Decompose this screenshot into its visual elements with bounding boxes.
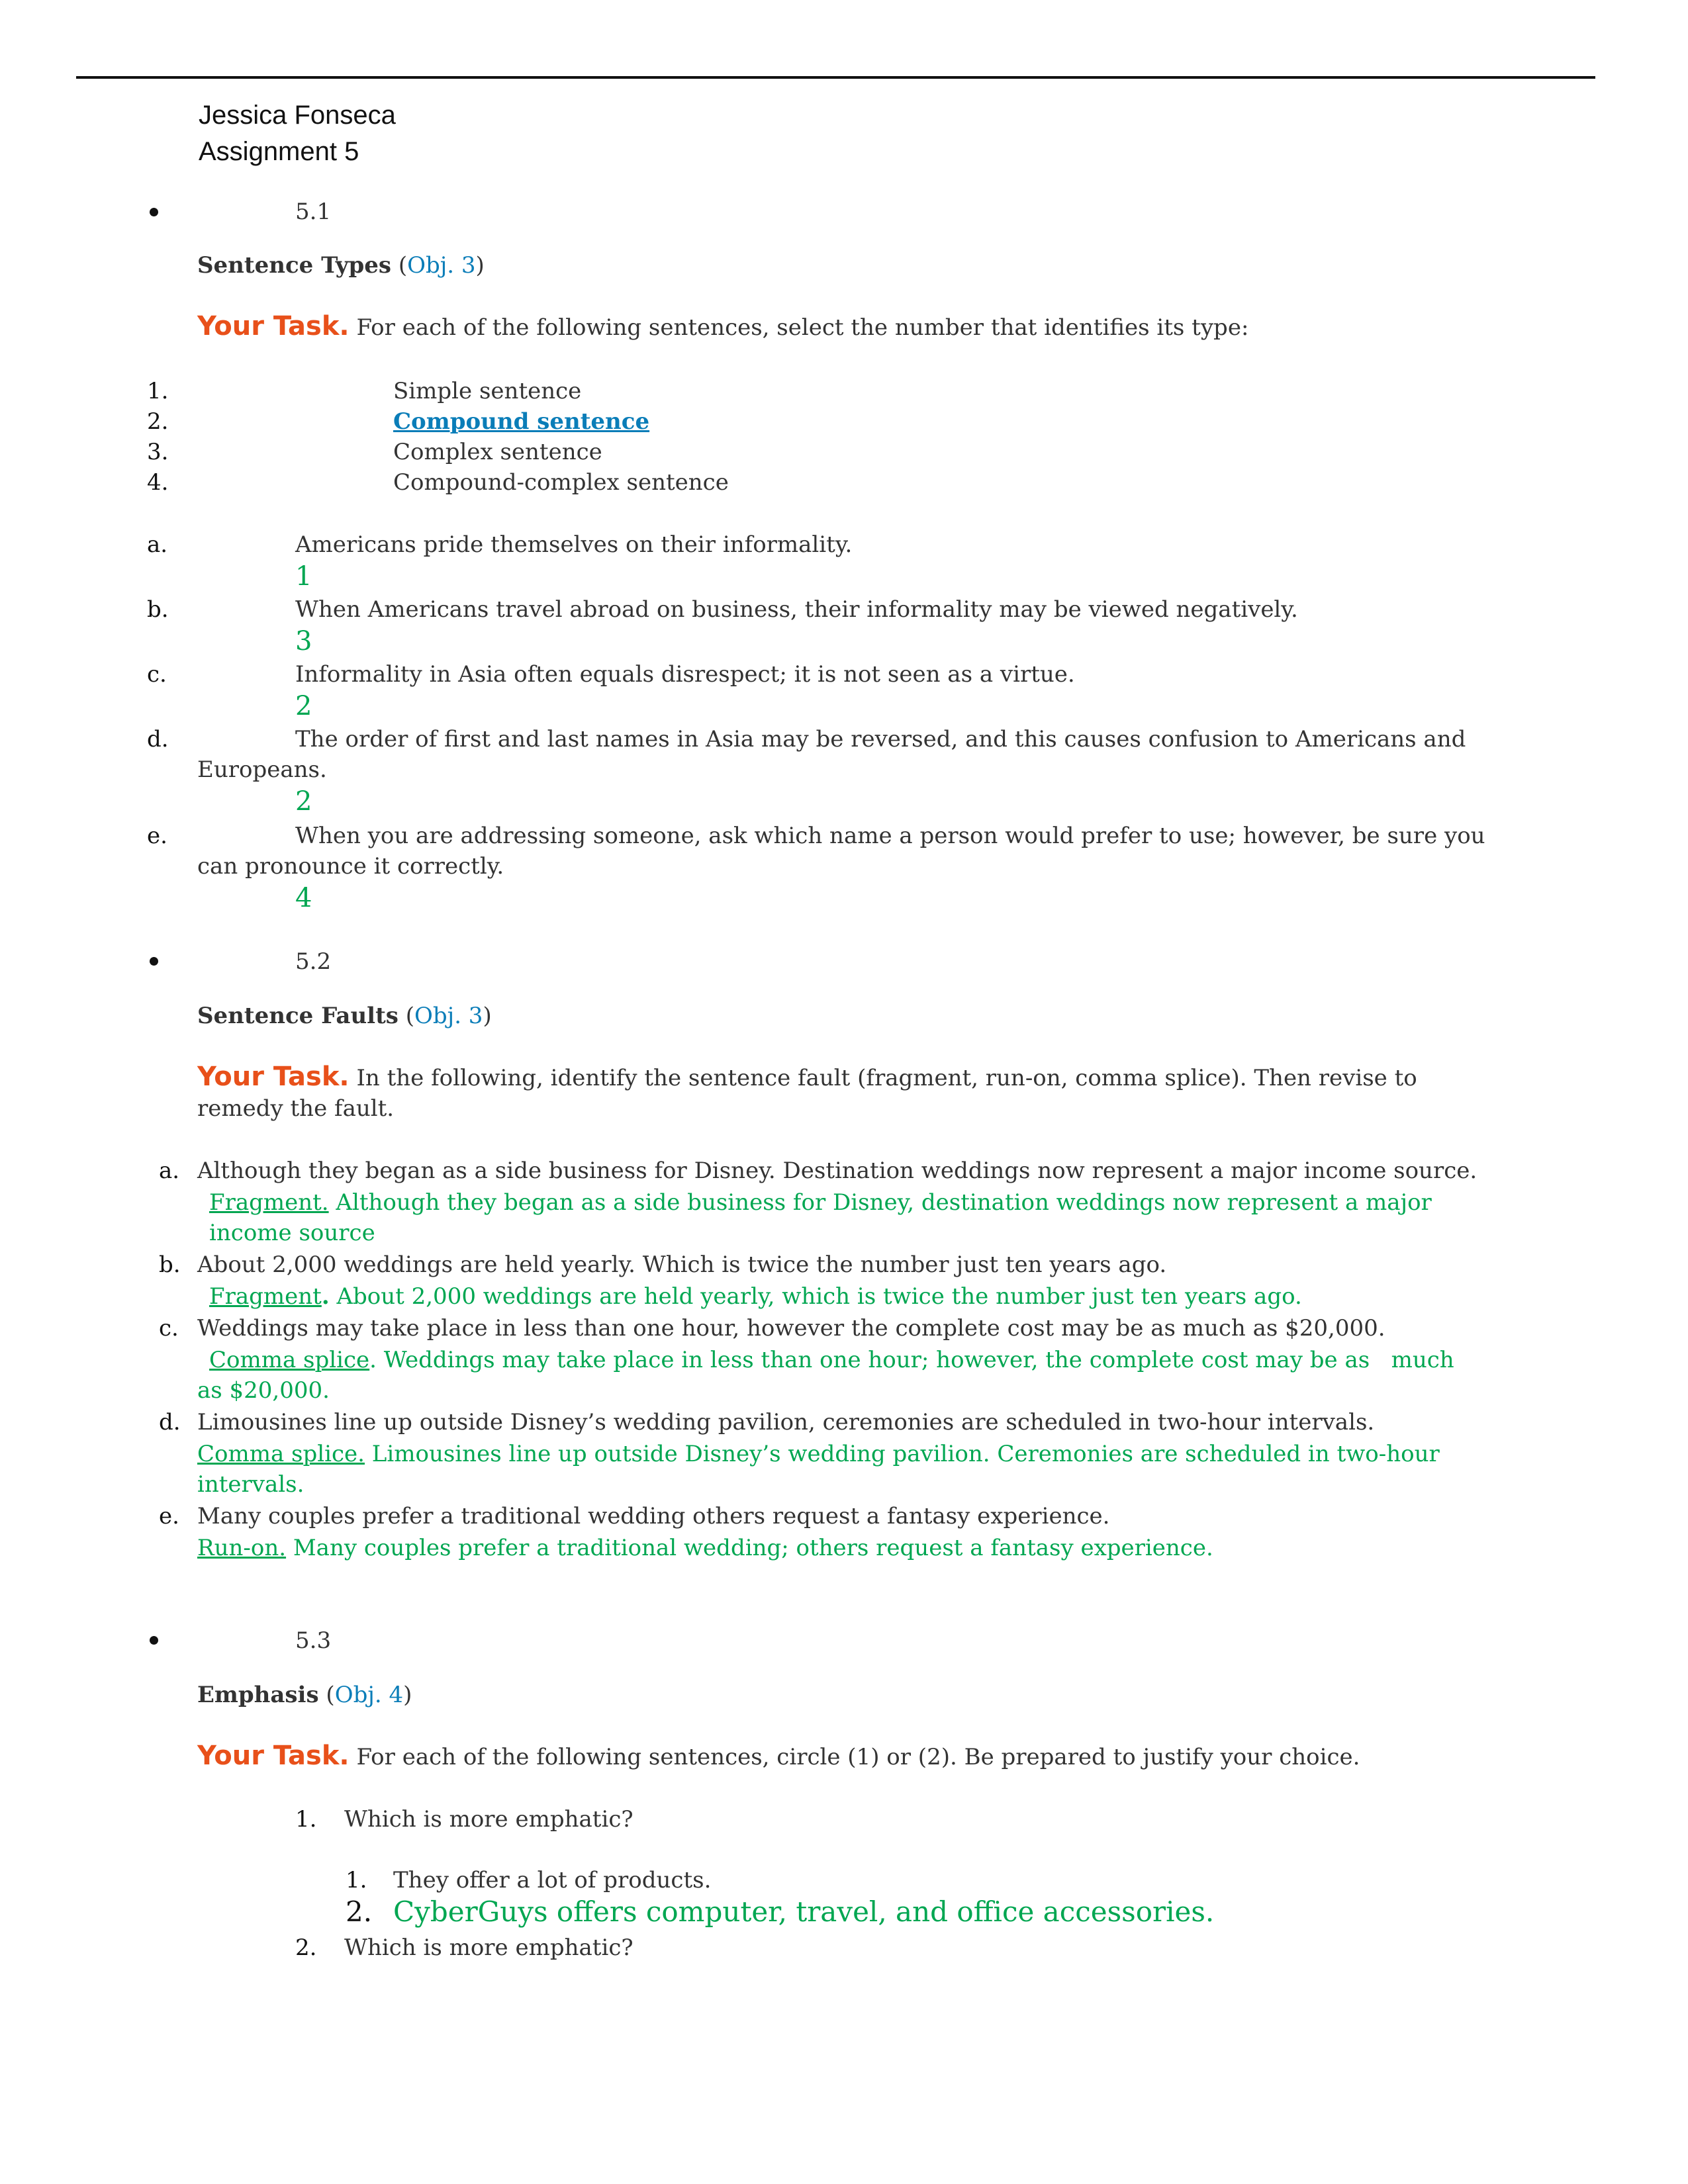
item-text: Limousines line up outside Disney’s wedd… [197, 1409, 1375, 1435]
revision: Comma splice. Weddings may take place in… [209, 1345, 1454, 1375]
type-number: 4. [147, 469, 169, 496]
task-label: Your Task. [197, 1062, 350, 1092]
item-answer: 2 [295, 786, 312, 817]
question-text: Which is more emphatic? [344, 1934, 633, 1961]
item-text: When Americans travel abroad on business… [295, 596, 1298, 623]
option-text[interactable]: They offer a lot of products. [393, 1865, 711, 1895]
option-text-selected[interactable]: CyberGuys offers computer, travel, and o… [393, 1897, 1214, 1927]
task-text: For each of the following sentences, cir… [349, 1744, 1360, 1770]
task-label: Your Task. [197, 311, 350, 341]
fault-label: Run-on. [197, 1535, 287, 1561]
task-text-cont: remedy the fault. [197, 1095, 395, 1122]
revision-text: Limousines line up outside Disney’s wedd… [364, 1441, 1440, 1467]
section-title: Sentence Types [197, 252, 392, 279]
type-label-link[interactable]: Compound sentence [393, 406, 649, 437]
section-title: Emphasis [197, 1682, 319, 1708]
type-number: 3. [147, 439, 169, 465]
section-number: 5.2 [295, 948, 332, 975]
fault-punct: . [321, 1283, 330, 1310]
item-answer: 3 [295, 626, 312, 657]
paren-open: ( [391, 252, 408, 279]
item-letter: e. [147, 823, 167, 849]
paren-open: ( [318, 1682, 335, 1708]
paren-close: ) [483, 1003, 492, 1029]
item-letter: b. [147, 596, 169, 623]
section-heading: Emphasis (Obj. 4) [197, 1680, 412, 1710]
revision: Fragment. Although they began as a side … [209, 1187, 1432, 1218]
paren-close: ) [403, 1682, 412, 1708]
item-letter: c. [147, 661, 167, 688]
objective-link[interactable]: Obj. 4 [335, 1682, 403, 1708]
item-text: About 2,000 weddings are held yearly. Wh… [197, 1251, 1167, 1278]
type-number: 1. [147, 378, 169, 404]
bullet-icon [150, 1636, 158, 1645]
fault-label: Fragment. [209, 1189, 329, 1216]
revision-text: Many couples prefer a traditional weddin… [286, 1535, 1213, 1561]
item-letter: e. [159, 1503, 179, 1529]
header-rule [76, 76, 1595, 79]
objective-link[interactable]: Obj. 3 [407, 252, 475, 279]
item-text-cont: Europeans. [197, 756, 327, 783]
item-text: Weddings may take place in less than one… [197, 1315, 1385, 1342]
question-text: Which is more emphatic? [344, 1806, 633, 1833]
type-label: Compound-complex sentence [393, 469, 729, 496]
revision: Fragment. About 2,000 weddings are held … [209, 1281, 1302, 1312]
item-answer: 1 [295, 561, 312, 592]
item-letter: c. [159, 1315, 179, 1342]
fault-label: Fragment [209, 1283, 322, 1310]
type-number: 2. [147, 408, 169, 435]
item-letter: b. [159, 1251, 181, 1278]
objective-link[interactable]: Obj. 3 [414, 1003, 483, 1029]
item-text: Americans pride themselves on their info… [295, 531, 853, 558]
section-number: 5.3 [295, 1627, 332, 1654]
type-label: Complex sentence [393, 439, 602, 465]
item-letter: d. [147, 726, 169, 752]
revision: Run-on. Many couples prefer a traditiona… [197, 1533, 1213, 1563]
fault-label: Comma splice. [197, 1441, 365, 1467]
item-text: The order of first and last names in Asi… [295, 726, 1466, 752]
fault-label: Comma splice [209, 1347, 370, 1373]
question-number: 2. [295, 1934, 317, 1961]
revision: Comma splice. Limousines line up outside… [197, 1439, 1440, 1469]
item-text: Many couples prefer a traditional weddin… [197, 1503, 1110, 1529]
item-letter: d. [159, 1409, 181, 1435]
option-number: 1. [346, 1867, 367, 1893]
author-name: Jessica Fonseca [199, 101, 396, 130]
bullet-icon [150, 208, 158, 216]
paren-close: ) [475, 252, 485, 279]
revision-text: About 2,000 weddings are held yearly, wh… [329, 1283, 1302, 1310]
task-text: For each of the following sentences, sel… [349, 314, 1249, 341]
revision-text: Weddings may take place in less than one… [376, 1347, 1454, 1373]
section-title: Sentence Faults [197, 1003, 399, 1029]
item-text: When you are addressing someone, ask whi… [295, 823, 1485, 849]
task-instruction: Your Task. For each of the following sen… [197, 311, 1248, 343]
item-answer: 2 [295, 691, 312, 721]
question-number: 1. [295, 1806, 317, 1833]
fault-punct: . [369, 1347, 377, 1373]
item-text-cont: can pronounce it correctly. [197, 853, 504, 880]
paren-open: ( [398, 1003, 415, 1029]
item-answer: 4 [295, 883, 312, 913]
revision-cont: as $20,000. [197, 1377, 330, 1404]
task-instruction: Your Task. For each of the following sen… [197, 1741, 1360, 1772]
task-instruction: Your Task. In the following, identify th… [197, 1062, 1417, 1093]
bullet-icon [150, 957, 158, 966]
section-heading: Sentence Types (Obj. 3) [197, 250, 485, 281]
item-letter: a. [147, 531, 168, 558]
assignment-title: Assignment 5 [199, 137, 359, 166]
task-text: In the following, identify the sentence … [349, 1065, 1417, 1091]
item-text: Although they began as a side business f… [197, 1158, 1477, 1184]
revision-cont: income source [209, 1220, 375, 1246]
section-number: 5.1 [295, 199, 332, 225]
task-label: Your Task. [197, 1741, 350, 1771]
type-label: Simple sentence [393, 378, 582, 404]
revision-text: Although they began as a side business f… [328, 1189, 1432, 1216]
item-text: Informality in Asia often equals disresp… [295, 661, 1075, 688]
section-heading: Sentence Faults (Obj. 3) [197, 1001, 492, 1031]
item-letter: a. [159, 1158, 180, 1184]
revision-cont: intervals. [197, 1471, 305, 1498]
option-number: 2. [346, 1895, 373, 1928]
